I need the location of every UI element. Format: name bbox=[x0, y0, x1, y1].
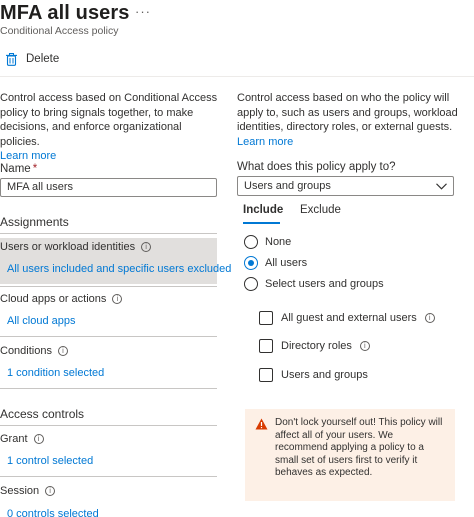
conditions-summary[interactable]: 1 condition selected bbox=[7, 367, 104, 379]
radio-none-label: None bbox=[265, 236, 292, 248]
conditions-divider bbox=[0, 388, 217, 389]
radio-all-users-circle[interactable] bbox=[244, 256, 258, 270]
assignments-heading: Assignments bbox=[0, 215, 69, 229]
name-label-text: Name bbox=[0, 163, 31, 175]
users-divider bbox=[0, 286, 217, 287]
conditions-title[interactable]: Conditions i bbox=[0, 345, 68, 357]
users-assignment[interactable]: Users or workload identities i All users… bbox=[0, 238, 231, 284]
radio-all-users-label: All users bbox=[265, 257, 308, 269]
chevron-down-icon bbox=[436, 181, 447, 193]
required-marker: * bbox=[32, 163, 38, 175]
apply-to-label: What does this policy apply to? bbox=[237, 161, 396, 173]
users-assignment-label: Users or workload identities bbox=[0, 241, 136, 253]
access-controls-heading: Access controls bbox=[0, 407, 85, 421]
page-title: MFA all users bbox=[0, 2, 130, 24]
policy-name-input[interactable]: MFA all users bbox=[0, 178, 217, 197]
trash-icon bbox=[6, 52, 17, 66]
info-icon[interactable]: i bbox=[141, 242, 152, 252]
page-subtitle: Conditional Access policy bbox=[0, 25, 119, 37]
warning-icon bbox=[255, 418, 268, 435]
lockout-warning: Don't lock yourself out! This policy wil… bbox=[245, 409, 455, 501]
warning-text: Don't lock yourself out! This policy wil… bbox=[275, 417, 443, 478]
info-icon[interactable]: i bbox=[424, 313, 435, 323]
checkbox-roles-box[interactable] bbox=[259, 339, 273, 353]
checkbox-directory-roles[interactable]: Directory roles i bbox=[259, 339, 370, 353]
delete-button[interactable]: Delete bbox=[6, 50, 59, 68]
radio-select-users-label: Select users and groups bbox=[265, 278, 384, 290]
apply-to-dropdown[interactable]: Users and groups bbox=[237, 176, 454, 196]
checkbox-users-groups[interactable]: Users and groups bbox=[259, 368, 368, 382]
tab-include[interactable]: Include bbox=[243, 204, 283, 216]
grant-title[interactable]: Grant i bbox=[0, 433, 44, 445]
apply-to-value: Users and groups bbox=[244, 180, 331, 192]
radio-none[interactable]: None bbox=[244, 235, 291, 249]
info-icon[interactable]: i bbox=[112, 294, 123, 304]
info-icon[interactable]: i bbox=[57, 346, 68, 356]
radio-select-users-circle[interactable] bbox=[244, 277, 258, 291]
apply-description-text: Control access based on who the policy w… bbox=[237, 92, 458, 133]
conditions-label: Conditions bbox=[0, 345, 52, 357]
cloud-apps-summary[interactable]: All cloud apps bbox=[7, 315, 76, 327]
policy-description: Control access based on Conditional Acce… bbox=[0, 91, 220, 164]
info-icon[interactable]: i bbox=[359, 341, 370, 351]
checkbox-guest-users[interactable]: All guest and external users i bbox=[259, 311, 435, 325]
radio-select-users[interactable]: Select users and groups bbox=[244, 277, 384, 291]
cloud-apps-title[interactable]: Cloud apps or actions i bbox=[0, 293, 123, 305]
radio-all-users[interactable]: All users bbox=[244, 256, 307, 270]
assignments-divider bbox=[0, 233, 217, 234]
radio-none-circle[interactable] bbox=[244, 235, 258, 249]
cloud-apps-divider bbox=[0, 336, 217, 337]
checkbox-guest-box[interactable] bbox=[259, 311, 273, 325]
policy-description-text: Control access based on Conditional Acce… bbox=[0, 92, 218, 148]
learn-more-link-left[interactable]: Learn more bbox=[0, 150, 56, 162]
command-bar-divider bbox=[0, 76, 474, 77]
users-assignment-title: Users or workload identities i bbox=[0, 241, 152, 253]
checkbox-users-groups-label: Users and groups bbox=[281, 369, 368, 381]
session-label: Session bbox=[0, 485, 40, 497]
learn-more-link-right[interactable]: Learn more bbox=[237, 136, 293, 148]
active-tab-indicator bbox=[243, 222, 280, 224]
session-title[interactable]: Session i bbox=[0, 485, 56, 497]
info-icon[interactable]: i bbox=[45, 486, 56, 496]
checkbox-users-groups-box[interactable] bbox=[259, 368, 273, 382]
cloud-apps-label: Cloud apps or actions bbox=[0, 293, 107, 305]
tab-exclude[interactable]: Exclude bbox=[300, 204, 341, 216]
access-controls-divider bbox=[0, 425, 217, 426]
checkbox-guest-label: All guest and external users bbox=[281, 312, 417, 324]
info-icon[interactable]: i bbox=[33, 434, 44, 444]
delete-label: Delete bbox=[26, 53, 60, 65]
name-label: Name * bbox=[0, 163, 37, 175]
grant-label: Grant bbox=[0, 433, 28, 445]
users-assignment-summary[interactable]: All users included and specific users ex… bbox=[7, 263, 231, 275]
more-options-icon[interactable]: ··· bbox=[135, 4, 151, 19]
grant-summary[interactable]: 1 control selected bbox=[7, 455, 93, 467]
apply-description: Control access based on who the policy w… bbox=[237, 91, 469, 149]
session-summary[interactable]: 0 controls selected bbox=[7, 508, 99, 517]
checkbox-roles-label: Directory roles bbox=[281, 340, 352, 352]
grant-divider bbox=[0, 476, 217, 477]
